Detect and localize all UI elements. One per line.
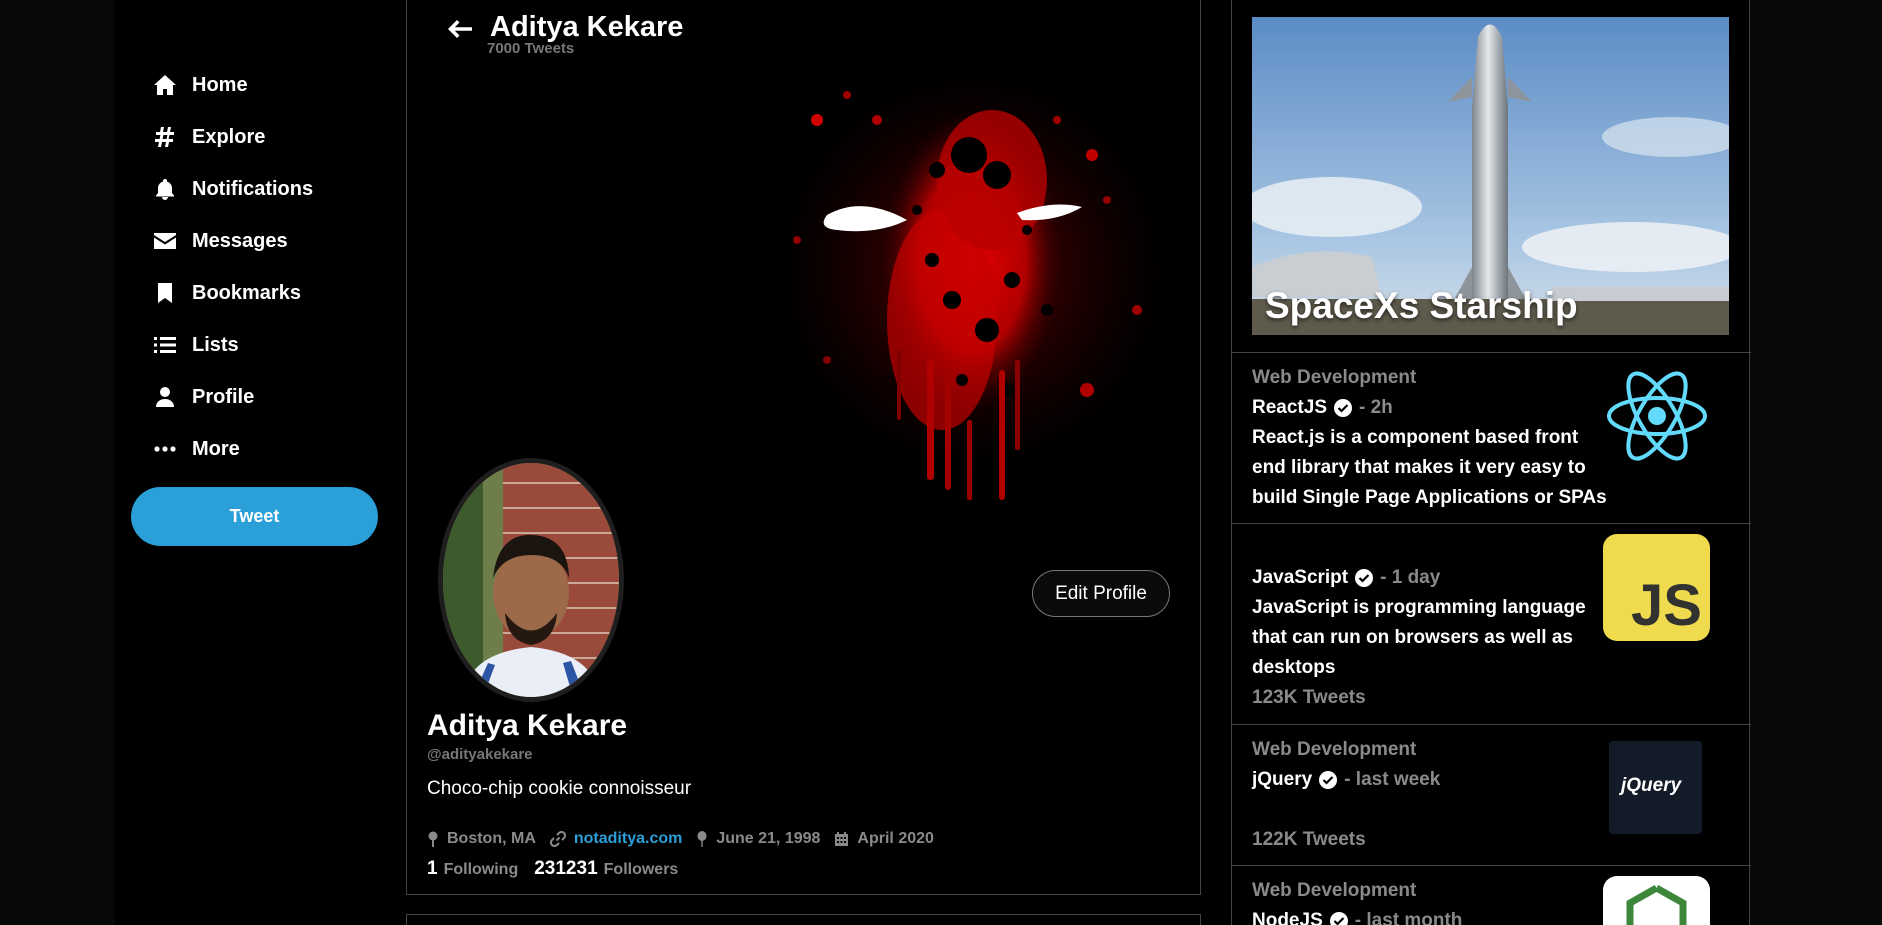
jquery-logo-text: jQuery [1621,775,1682,796]
divider [1232,865,1751,866]
page-gutter-right [1750,0,1882,925]
js-logo-text: JS [1631,573,1702,638]
divider [1232,724,1751,725]
location-text: Boston, MA [447,830,536,847]
page-gutter-left [0,0,115,925]
profile-meta: Boston, MA notaditya.com June 21, 1998 A… [427,830,948,848]
verified-icon [1354,568,1374,588]
divider [1232,523,1751,524]
sidebar-item-label: Explore [192,125,266,148]
trend-time: - 2h [1359,397,1393,418]
sidebar-item-lists[interactable]: Lists [150,325,239,365]
website-link[interactable]: notaditya.com [574,830,682,848]
sidebar-item-label: Home [192,73,248,96]
calendar-icon [835,832,849,846]
trend-time: - 1 day [1380,567,1441,588]
profile-bio: Choco-chip cookie connoisseur [427,778,692,799]
trend-description: JavaScript is programming language that … [1252,597,1586,678]
trends-panel: SpaceXs Starship Web Development ReactJS… [1231,0,1751,925]
verified-icon [1318,770,1338,790]
sidebar-item-messages[interactable]: Messages [150,221,288,261]
followers-label[interactable]: Followers [604,861,679,879]
sidebar-item-home[interactable]: Home [150,65,248,105]
sidebar-item-label: Messages [192,229,288,252]
trend-time: - last week [1344,769,1441,790]
birthday-text: June 21, 1998 [716,830,821,847]
profile-column: Aditya Kekare 7000 Tweets Edit Profile A… [406,0,1201,895]
bell-icon [150,178,180,200]
jquery-logo-icon: jQuery [1609,741,1702,834]
map-pin-icon [428,831,438,847]
profile-banner [772,65,1172,500]
link-icon [549,831,566,847]
tweet-button[interactable]: Tweet [131,487,378,546]
sidebar-item-label: Lists [192,333,239,356]
javascript-logo-icon: JS [1603,534,1710,641]
trend-description: React.js is a component based front end … [1252,427,1607,508]
joined-item: April 2020 [834,830,934,848]
list-icon [150,336,180,354]
trend-title: JavaScript [1252,567,1349,588]
home-icon [150,74,180,96]
profile-handle: @adityakekare [427,746,533,763]
bookmark-icon [150,282,180,304]
arrow-left-icon [448,20,472,38]
sidebar-item-label: Bookmarks [192,281,301,304]
trend-title: NodeJS [1252,910,1323,925]
website-item[interactable]: notaditya.com [549,830,682,848]
sidebar-item-profile[interactable]: Profile [150,377,254,417]
trend-count: 123K Tweets [1252,687,1366,708]
trend-hero[interactable]: SpaceXs Starship [1252,17,1729,335]
followers-count[interactable]: 231231 [534,858,597,880]
joined-text: April 2020 [857,830,934,847]
divider [1232,352,1751,353]
envelope-icon [150,232,180,250]
follow-stats: 1 Following 231231 Followers [427,858,694,880]
edit-profile-button[interactable]: Edit Profile [1032,570,1170,617]
balloon-icon [697,831,707,847]
trend-time: - last month [1354,910,1463,925]
sidebar-item-label: Profile [192,385,255,408]
next-tweet-card [406,914,1201,925]
sidebar-item-label: More [192,437,240,460]
birthday-item: June 21, 1998 [696,830,820,848]
sidebar-item-notifications[interactable]: Notifications [150,169,313,209]
following-count[interactable]: 1 [427,858,438,880]
profile-name: Aditya Kekare [427,709,628,742]
verified-icon [1329,911,1349,925]
location-item: Boston, MA [427,830,536,848]
sidebar-item-label: Notifications [192,177,314,200]
following-label[interactable]: Following [444,861,519,879]
hashtag-icon [150,126,180,148]
user-icon [150,386,180,408]
avatar-image [443,463,619,697]
sidebar-item-explore[interactable]: Explore [150,117,265,157]
trend-title: ReactJS [1252,397,1327,418]
sidebar: Home Explore Notifications Messages Book… [115,0,405,925]
tweet-count: 7000 Tweets [487,40,575,57]
react-logo-icon [1605,368,1709,464]
nodejs-logo-icon [1603,876,1710,925]
trend-hero-title: SpaceXs Starship [1265,285,1578,326]
sidebar-item-bookmarks[interactable]: Bookmarks [150,273,301,313]
ellipsis-icon [150,446,180,452]
avatar[interactable] [438,458,624,702]
sidebar-item-more[interactable]: More [150,429,240,469]
back-button[interactable] [445,14,475,44]
verified-icon [1333,398,1353,418]
trend-title: jQuery [1252,769,1313,790]
